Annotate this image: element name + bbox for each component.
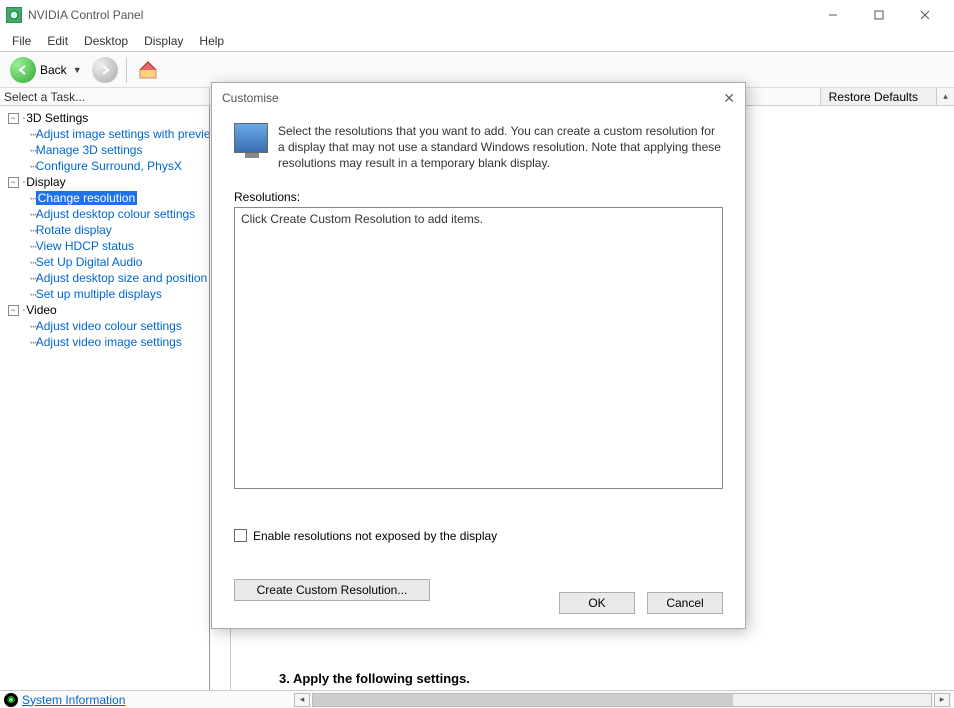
- resolutions-listbox[interactable]: Click Create Custom Resolution to add it…: [234, 207, 723, 489]
- tree-item-digital-audio[interactable]: Set Up Digital Audio: [36, 255, 143, 269]
- status-bar: ◉ System Information ◂ ▸: [0, 690, 954, 708]
- tree-group-video: Video: [26, 303, 56, 317]
- system-information-link[interactable]: System Information: [22, 693, 125, 707]
- restore-defaults-button[interactable]: Restore Defaults: [820, 88, 936, 105]
- system-information-icon: ◉: [4, 693, 18, 707]
- enable-resolutions-checkbox[interactable]: [234, 529, 247, 542]
- tree-item-rotate-display[interactable]: Rotate display: [36, 223, 112, 237]
- toolbar-separator: [126, 57, 127, 83]
- dialog-ok-button[interactable]: OK: [559, 592, 635, 614]
- content-horizontal-scrollbar[interactable]: ◂ ▸: [294, 693, 950, 707]
- tree-item-configure-surround[interactable]: Configure Surround, PhysX: [36, 159, 182, 173]
- customise-dialog: Customise ✕ Select the resolutions that …: [211, 82, 746, 629]
- scroll-thumb[interactable]: [313, 694, 733, 706]
- back-button[interactable]: Back ▼: [6, 55, 88, 85]
- scroll-left-button[interactable]: ◂: [294, 693, 310, 707]
- task-tree-sidebar: −·3D Settings ⋯Adjust image settings wit…: [0, 106, 210, 690]
- tree-item-adjust-image-settings[interactable]: Adjust image settings with preview: [36, 127, 210, 141]
- tree-collapse-3d[interactable]: −: [8, 113, 19, 124]
- scroll-right-button[interactable]: ▸: [934, 693, 950, 707]
- back-label: Back: [40, 63, 67, 77]
- tree-item-adjust-video-image[interactable]: Adjust video image settings: [36, 335, 182, 349]
- scroll-track[interactable]: [312, 693, 932, 707]
- monitor-icon: [234, 123, 268, 153]
- window-maximize-button[interactable]: [856, 0, 902, 30]
- window-minimize-button[interactable]: [810, 0, 856, 30]
- resolutions-label: Resolutions:: [234, 190, 723, 204]
- dialog-intro-text: Select the resolutions that you want to …: [278, 123, 723, 172]
- menu-bar: File Edit Desktop Display Help: [0, 30, 954, 52]
- tree-collapse-video[interactable]: −: [8, 305, 19, 316]
- tree-item-adjust-size-position[interactable]: Adjust desktop size and position: [36, 271, 207, 285]
- dialog-title: Customise: [222, 91, 279, 105]
- tree-collapse-display[interactable]: −: [8, 177, 19, 188]
- menu-edit[interactable]: Edit: [39, 32, 76, 50]
- tree-item-change-resolution[interactable]: Change resolution: [36, 191, 137, 205]
- tree-item-adjust-desktop-colour[interactable]: Adjust desktop colour settings: [36, 207, 195, 221]
- menu-display[interactable]: Display: [136, 32, 191, 50]
- create-custom-resolution-button[interactable]: Create Custom Resolution...: [234, 579, 430, 601]
- home-button[interactable]: [135, 57, 161, 83]
- dialog-cancel-button[interactable]: Cancel: [647, 592, 723, 614]
- tree-item-adjust-video-colour[interactable]: Adjust video colour settings: [36, 319, 182, 333]
- menu-file[interactable]: File: [4, 32, 39, 50]
- dialog-close-button[interactable]: ✕: [723, 90, 735, 107]
- nvidia-app-icon: [6, 7, 22, 23]
- tree-item-manage-3d[interactable]: Manage 3D settings: [36, 143, 143, 157]
- window-titlebar: NVIDIA Control Panel: [0, 0, 954, 30]
- content-scroll-up[interactable]: ▴: [936, 88, 954, 105]
- tree-group-3d-settings: 3D Settings: [26, 111, 88, 125]
- tree-item-view-hdcp[interactable]: View HDCP status: [36, 239, 134, 253]
- back-arrow-icon: [10, 57, 36, 83]
- tree-item-multiple-displays[interactable]: Set up multiple displays: [36, 287, 162, 301]
- resolutions-placeholder: Click Create Custom Resolution to add it…: [241, 212, 483, 226]
- menu-help[interactable]: Help: [191, 32, 232, 50]
- enable-resolutions-label: Enable resolutions not exposed by the di…: [253, 529, 497, 543]
- back-history-dropdown[interactable]: ▼: [71, 65, 84, 75]
- menu-desktop[interactable]: Desktop: [76, 32, 136, 50]
- tree-group-display: Display: [26, 175, 65, 189]
- select-task-label: Select a Task...: [0, 88, 210, 105]
- window-title: NVIDIA Control Panel: [28, 8, 810, 22]
- content-step-3-label: 3. Apply the following settings.: [279, 671, 470, 686]
- forward-button[interactable]: [92, 57, 118, 83]
- window-close-button[interactable]: [902, 0, 948, 30]
